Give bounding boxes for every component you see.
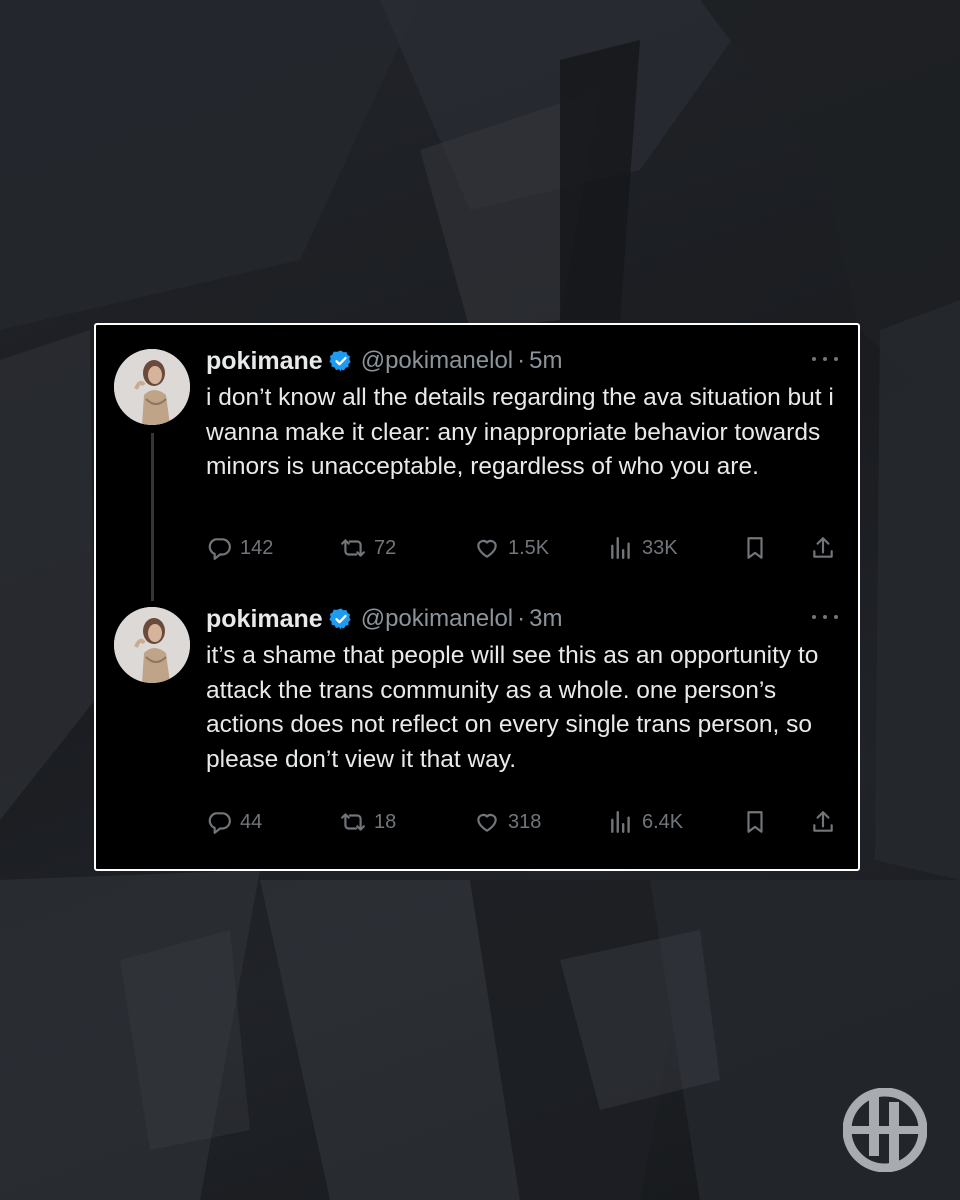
- like-button[interactable]: 318: [474, 807, 541, 837]
- verified-badge-icon: [329, 608, 351, 630]
- tweet-text: it’s a shame that people will see this a…: [206, 642, 819, 773]
- reply-button[interactable]: 44: [206, 807, 262, 837]
- timestamp[interactable]: 5m: [529, 347, 562, 375]
- avatar-photo: [114, 349, 190, 425]
- reply-icon: [208, 538, 231, 560]
- share-button[interactable]: [810, 807, 836, 837]
- like-count: 1.5K: [508, 536, 550, 559]
- avatar-photo: [114, 607, 190, 683]
- tweet-text: i don’t know all the details regarding t…: [206, 384, 834, 480]
- timestamp[interactable]: 3m: [529, 605, 562, 633]
- views-button[interactable]: 6.4K: [608, 807, 683, 837]
- separator-dot: ·: [517, 605, 526, 632]
- view-count: 33K: [642, 536, 678, 559]
- bookmark-icon: [747, 537, 763, 559]
- reply-icon: [208, 812, 231, 834]
- separator-dot: ·: [517, 347, 526, 374]
- action-bar: 142 72 1.5K 33K: [206, 533, 846, 563]
- author-handle[interactable]: @pokimanelol: [361, 605, 513, 633]
- reply-button[interactable]: 142: [206, 533, 273, 563]
- repost-button[interactable]: 18: [340, 807, 396, 837]
- thread-connector-line: [151, 433, 154, 601]
- views-chart-icon: [611, 537, 630, 559]
- author-handle[interactable]: @pokimanelol: [361, 347, 513, 375]
- verified-badge-icon: [329, 350, 351, 372]
- tweet-header: pokimane @pokimanelol · 3m: [206, 601, 562, 637]
- bookmark-button[interactable]: [742, 533, 768, 563]
- avatar[interactable]: [114, 349, 190, 425]
- bookmark-icon: [747, 811, 763, 833]
- heart-icon: [477, 813, 497, 832]
- views-chart-icon: [611, 811, 630, 833]
- more-dots-icon[interactable]: [812, 607, 838, 627]
- author-name[interactable]: pokimane: [206, 347, 323, 376]
- repost-count: 72: [374, 536, 397, 559]
- action-bar: 44 18 318 6.4K: [206, 807, 846, 837]
- share-icon: [813, 537, 833, 558]
- tweet-header: pokimane @pokimanelol · 5m: [206, 343, 562, 379]
- tweet-thread-card: pokimane @pokimanelol · 5m i don’t know …: [94, 323, 860, 871]
- logo-watermark-icon: [843, 1088, 927, 1172]
- heart-icon: [477, 539, 497, 558]
- reply-count: 44: [240, 810, 263, 833]
- repost-icon: [341, 813, 365, 831]
- view-count: 6.4K: [642, 810, 684, 833]
- repost-icon: [341, 539, 365, 557]
- author-name[interactable]: pokimane: [206, 605, 323, 634]
- more-dots-icon[interactable]: [812, 349, 838, 369]
- views-button[interactable]: 33K: [608, 533, 678, 563]
- repost-count: 18: [374, 810, 397, 833]
- share-button[interactable]: [810, 533, 836, 563]
- like-button[interactable]: 1.5K: [474, 533, 549, 563]
- bookmark-button[interactable]: [742, 807, 768, 837]
- reply-count: 142: [240, 536, 274, 559]
- repost-button[interactable]: 72: [340, 533, 396, 563]
- like-count: 318: [508, 810, 542, 833]
- avatar[interactable]: [114, 607, 190, 683]
- share-icon: [813, 811, 833, 832]
